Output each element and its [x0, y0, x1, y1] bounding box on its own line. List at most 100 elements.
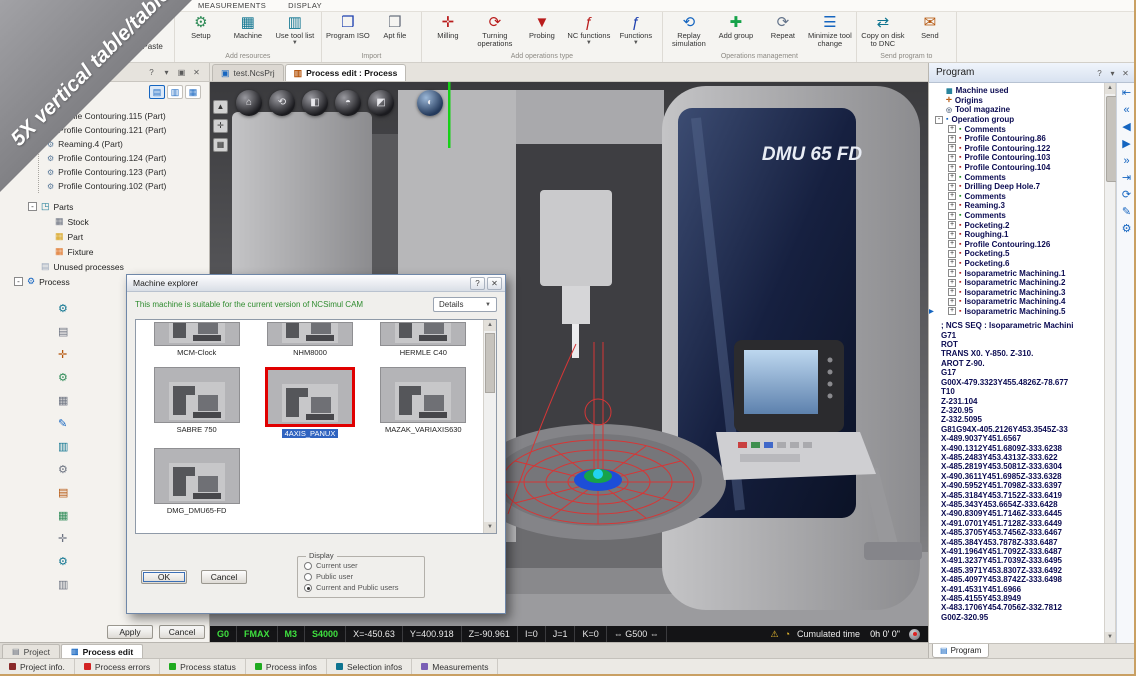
program-tree-item[interactable]: + ▪ Comments [929, 211, 1104, 221]
fast-rewind-icon[interactable]: « [1123, 105, 1129, 116]
expander-icon[interactable]: + [948, 307, 956, 315]
machine-item[interactable]: HERMLE C40 [367, 322, 480, 357]
operation-item[interactable]: ⚙ Reaming.4 (Part) [39, 137, 209, 151]
program-tree-item[interactable]: ◎ Tool magazine [929, 105, 1104, 115]
gcode-line[interactable]: X-491.4531Y451.6966 [941, 585, 1104, 594]
document-tab[interactable]: ▣ test.NcsPrj [212, 64, 284, 81]
status-toggle[interactable]: Selection infos [327, 659, 412, 674]
play-icon[interactable]: ▶ [1122, 139, 1130, 150]
expander-icon[interactable]: + [948, 259, 956, 267]
expander-icon[interactable]: + [948, 125, 956, 133]
expander-icon[interactable]: + [948, 192, 956, 200]
gcode-line[interactable]: Z-320.95 [941, 406, 1104, 415]
tree-node-icon[interactable]: ▥ [58, 442, 68, 453]
expander-icon[interactable]: + [948, 250, 956, 258]
document-tab[interactable]: ▥ Process edit : Process [285, 64, 407, 81]
program-tree-item[interactable]: + ▪ Reaming.3 [929, 201, 1104, 211]
gcode-line[interactable]: X-490.8309Y451.7146Z-333.6445 [941, 509, 1104, 518]
scroll-down-icon[interactable]: ▼ [1105, 632, 1115, 643]
gcode-line[interactable]: AROT Z-90. [941, 359, 1104, 368]
machine-thumbnail[interactable] [154, 322, 240, 346]
ribbon-tab[interactable]: DISPLAY [286, 1, 324, 11]
workspace-tab[interactable]: ▤ Project [2, 644, 60, 658]
ribbon-button[interactable]: ▥ Use tool list ▼ [272, 13, 318, 49]
grid-icon[interactable]: ▦ [213, 138, 228, 152]
program-tree-item[interactable]: ✛ Origins [929, 96, 1104, 106]
scroll-up-icon[interactable]: ▲ [1105, 83, 1115, 94]
program-tree-item[interactable]: + ▪ Pocketing.5 [929, 249, 1104, 259]
detail-view-icon[interactable]: ▥ [167, 85, 183, 99]
program-tree-item[interactable]: + ▪ Isoparametric Machining.5 [929, 307, 1104, 317]
ribbon-button[interactable]: ❒ Program ISO ▼ [325, 13, 371, 42]
expander-icon[interactable]: + [948, 135, 956, 143]
program-tree-item[interactable]: + ▪ Isoparametric Machining.1 [929, 268, 1104, 278]
machine-item[interactable]: 4AXIS_PANUX [253, 367, 366, 438]
workspace-tab[interactable]: ▥ Process edit [61, 644, 143, 658]
details-dropdown[interactable]: Details ▼ [433, 297, 497, 312]
scrollbar-thumb[interactable] [485, 333, 495, 393]
gcode-line[interactable]: X-490.3611Y451.6985Z-333.6328 [941, 472, 1104, 481]
gcode-line[interactable]: Z-231.104 [941, 397, 1104, 406]
gcode-line[interactable]: X-485.2819Y453.5081Z-333.6304 [941, 462, 1104, 471]
step-back-icon[interactable]: ◀ [1122, 122, 1130, 133]
tree-item[interactable]: ▦ Part [0, 229, 209, 244]
ribbon-button[interactable]: ▦ Machine ▼ [225, 13, 271, 42]
machine-item[interactable]: MAZAK_VARIAXIS630 [367, 367, 480, 438]
expander-icon[interactable]: + [948, 154, 956, 162]
program-tree-item[interactable]: + ▪ Pocketing.6 [929, 259, 1104, 269]
expander-icon[interactable]: - [935, 116, 943, 124]
gcode-line[interactable]: X-485.4097Y453.8742Z-333.6498 [941, 575, 1104, 584]
machine-item[interactable]: NHM8000 [253, 322, 366, 357]
program-tree-item[interactable]: + ▪ Profile Contouring.103 [929, 153, 1104, 163]
scroll-down-icon[interactable]: ▼ [484, 522, 496, 533]
ribbon-button[interactable]: ☰ Minimize tool change ▼ [807, 13, 853, 50]
list-view-icon[interactable]: ▤ [149, 85, 165, 99]
machine-thumbnail[interactable] [265, 367, 355, 427]
program-tree-item[interactable]: ▦ Machine used [929, 86, 1104, 96]
display-radio-option[interactable]: Current and Public users [304, 582, 418, 593]
expander-icon[interactable]: + [948, 183, 956, 191]
machine-thumbnail[interactable] [380, 367, 466, 423]
options-icon[interactable]: ⚙ [1122, 224, 1132, 235]
go-to-start-icon[interactable]: ⇤ [1122, 88, 1131, 99]
expander-icon[interactable]: + [948, 231, 956, 239]
display-radio-option[interactable]: Public user [304, 571, 418, 582]
status-toggle[interactable]: Project info. [0, 659, 75, 674]
view-globe-icon[interactable]: ◐ [417, 90, 443, 116]
expander-icon[interactable]: + [948, 173, 956, 181]
program-tree-item[interactable]: + ▪ Profile Contouring.86 [929, 134, 1104, 144]
gcode-line[interactable]: G00X-479.3323Y455.4826Z-78.677 [941, 378, 1104, 387]
tree-node-icon[interactable]: ⚙ [58, 373, 68, 384]
view-rotate-left-icon[interactable]: ⟲ [269, 90, 295, 116]
program-tree-item[interactable]: + ▪ Comments [929, 192, 1104, 202]
view-home-icon[interactable]: ⌂ [236, 90, 262, 116]
machine-thumbnail[interactable] [154, 367, 240, 423]
expander-icon[interactable]: + [948, 221, 956, 229]
program-tree-item[interactable]: + ▪ Roughing.1 [929, 230, 1104, 240]
gcode-line[interactable]: X-490.5952Y451.7098Z-333.6397 [941, 481, 1104, 490]
program-tree-item[interactable]: + ▪ Comments [929, 172, 1104, 182]
operation-item[interactable]: ⚙ Profile Contouring.124 (Part) [39, 151, 209, 165]
tree-item[interactable]: ▦ Fixture [0, 244, 209, 259]
gcode-line[interactable]: X-491.3237Y451.7039Z-333.6495 [941, 556, 1104, 565]
tree-node-icon[interactable]: ⚙ [58, 465, 68, 476]
gcode-line[interactable]: X-485.4155Y453.8949 [941, 594, 1104, 603]
gcode-line[interactable]: G71 [941, 331, 1104, 340]
help-icon[interactable]: ? [470, 277, 485, 290]
ribbon-button[interactable]: ⚙ Setup ▼ [178, 13, 224, 42]
gcode-listing[interactable]: ; NCS SEQ : Isoparametric MachiniG71ROTT… [929, 321, 1104, 622]
close-icon[interactable]: ✕ [190, 66, 203, 78]
cancel-button[interactable]: Cancel [159, 625, 205, 639]
program-tree-item[interactable]: + ▪ Profile Contouring.122 [929, 144, 1104, 154]
program-tree-item[interactable]: + ▪ Isoparametric Machining.2 [929, 278, 1104, 288]
ribbon-button[interactable]: ⟳ Repeat ▼ [760, 13, 806, 42]
gcode-line[interactable]: X-485.384Y453.7878Z-333.6487 [941, 538, 1104, 547]
program-tree-item[interactable]: + ▪ Comments [929, 124, 1104, 134]
machine-item[interactable]: DMG_DMU65-FD [140, 448, 253, 515]
close-icon[interactable]: ✕ [487, 277, 502, 290]
gcode-line[interactable]: ; NCS SEQ : Isoparametric Machini [941, 321, 1104, 330]
view-top-icon[interactable]: ◓ [335, 90, 361, 116]
apply-button[interactable]: Apply [107, 625, 153, 639]
gcode-line[interactable]: X-491.1964Y451.7092Z-333.6487 [941, 547, 1104, 556]
ribbon-tab[interactable]: MEASUREMENTS [196, 1, 268, 11]
